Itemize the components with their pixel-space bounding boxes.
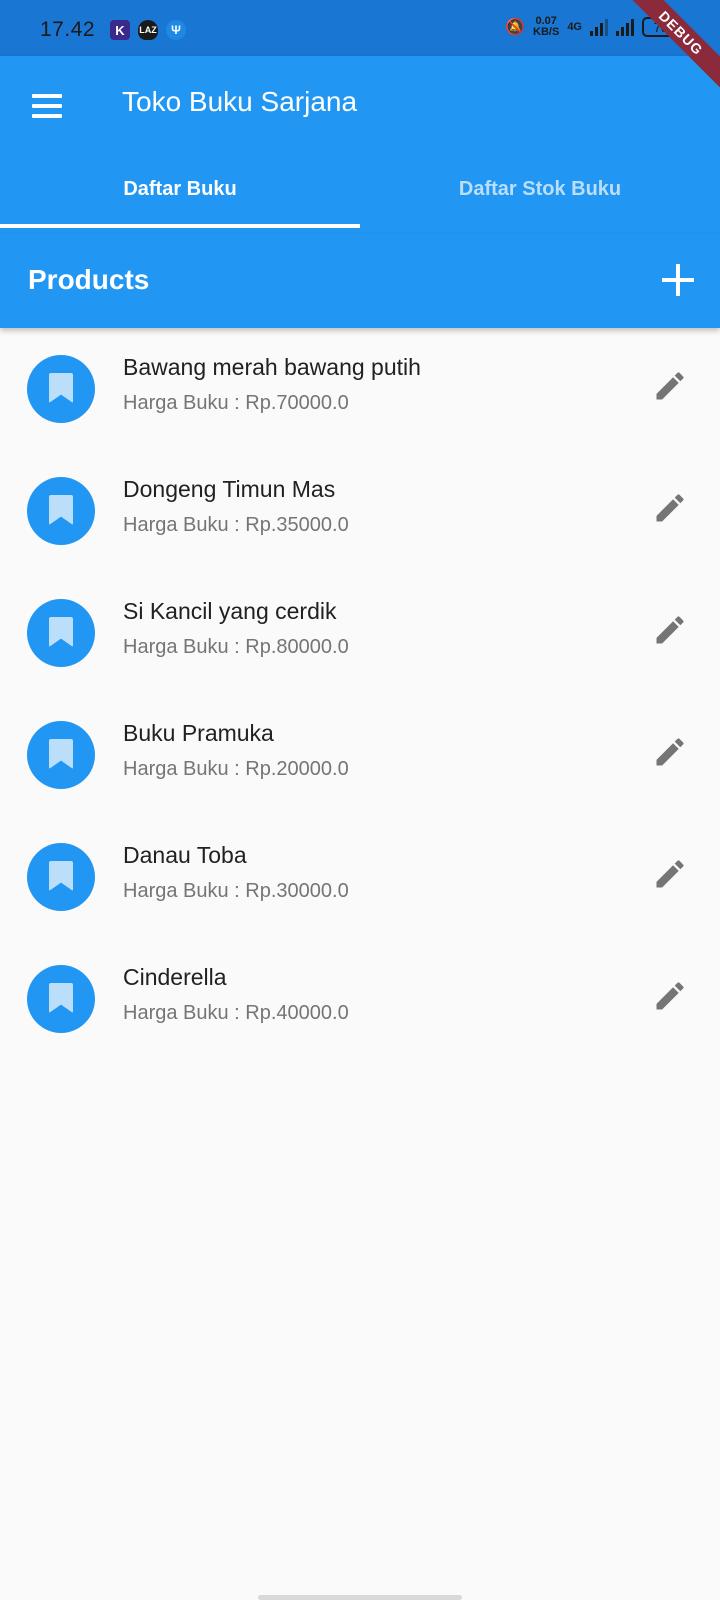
products-title: Products (28, 264, 150, 295)
home-indicator[interactable] (258, 1595, 462, 1600)
products-header: Products (0, 234, 720, 328)
list-item[interactable]: Danau Toba Harga Buku : Rp.30000.0 (0, 816, 720, 938)
tab-bar: Daftar Buku Daftar Stok Buku (0, 156, 720, 234)
item-title: Buku Pramuka (123, 720, 274, 746)
item-title: Cinderella (123, 964, 227, 990)
bookmark-icon (49, 739, 73, 769)
list-item[interactable]: Si Kancil yang cerdik Harga Buku : Rp.80… (0, 572, 720, 694)
signal-2-icon (616, 18, 634, 36)
tab-daftar-stok-buku[interactable]: Daftar Stok Buku (360, 156, 720, 234)
network-type: 4G (567, 20, 582, 33)
item-price: Harga Buku : Rp.20000.0 (123, 758, 349, 780)
avatar (27, 599, 95, 667)
status-time: 17.42 (40, 18, 96, 41)
item-price: Harga Buku : Rp.80000.0 (123, 636, 349, 658)
avatar (27, 477, 95, 545)
network-speed: 0.07 KB/S (533, 15, 560, 38)
tab-daftar-buku[interactable]: Daftar Buku (0, 156, 360, 234)
item-title: Danau Toba (123, 842, 247, 868)
app-title: Toko Buku Sarjana (122, 86, 358, 117)
notification-icons: K LAZ Ψ (110, 20, 186, 40)
bookmark-icon (49, 983, 73, 1013)
add-icon[interactable] (658, 260, 698, 300)
edit-icon[interactable] (652, 490, 688, 526)
vibrate-mute-icon: 🔕 (505, 19, 526, 36)
tab-indicator (0, 224, 360, 228)
list-item[interactable]: Cinderella Harga Buku : Rp.40000.0 (0, 938, 720, 1060)
item-title: Bawang merah bawang putih (123, 354, 421, 380)
tab-label: Daftar Buku (123, 177, 237, 200)
bookmark-icon (49, 617, 73, 647)
edit-icon[interactable] (652, 856, 688, 892)
avatar (27, 355, 95, 423)
item-price: Harga Buku : Rp.30000.0 (123, 880, 349, 902)
usb-icon: Ψ (166, 20, 186, 40)
item-title: Si Kancil yang cerdik (123, 598, 337, 624)
edit-icon[interactable] (652, 368, 688, 404)
tab-label: Daftar Stok Buku (458, 177, 622, 200)
signal-1-icon (590, 18, 608, 36)
edit-icon[interactable] (652, 734, 688, 770)
menu-icon[interactable] (28, 90, 68, 126)
status-bar: 17.42 K LAZ Ψ 🔕 0.07 KB/S 4G 78 (0, 0, 720, 56)
list-item[interactable]: Dongeng Timun Mas Harga Buku : Rp.35000.… (0, 450, 720, 572)
list-item[interactable]: Bawang merah bawang putih Harga Buku : R… (0, 328, 720, 450)
edit-icon[interactable] (652, 612, 688, 648)
bookmark-icon (49, 861, 73, 891)
item-price: Harga Buku : Rp.35000.0 (123, 514, 349, 536)
app-k-icon: K (110, 20, 130, 40)
avatar (27, 843, 95, 911)
item-price: Harga Buku : Rp.70000.0 (123, 392, 349, 414)
edit-icon[interactable] (652, 978, 688, 1014)
product-list: Bawang merah bawang putih Harga Buku : R… (0, 328, 720, 1060)
list-item[interactable]: Buku Pramuka Harga Buku : Rp.20000.0 (0, 694, 720, 816)
avatar (27, 965, 95, 1033)
item-price: Harga Buku : Rp.40000.0 (123, 1002, 349, 1024)
bookmark-icon (49, 373, 73, 403)
lazada-icon: LAZ (138, 20, 158, 40)
avatar (27, 721, 95, 789)
bookmark-icon (49, 495, 73, 525)
app-bar: Toko Buku Sarjana Daftar Buku Daftar Sto… (0, 56, 720, 234)
item-title: Dongeng Timun Mas (123, 476, 336, 502)
